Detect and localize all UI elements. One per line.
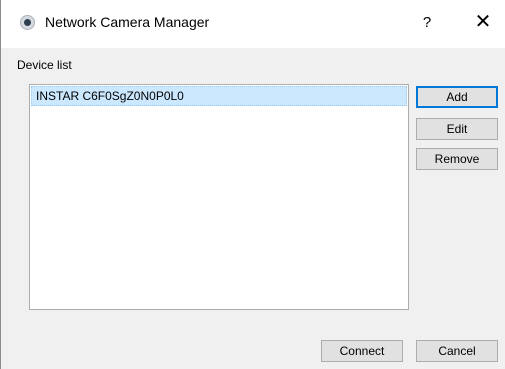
network-camera-manager-dialog: Network Camera Manager ? ✕ Device list I… bbox=[0, 0, 505, 369]
device-list-label: Device list bbox=[17, 58, 72, 72]
edit-button[interactable]: Edit bbox=[416, 118, 498, 140]
title-bar[interactable]: Network Camera Manager ? ✕ bbox=[1, 0, 505, 48]
window-title: Network Camera Manager bbox=[45, 14, 210, 30]
help-button[interactable]: ? bbox=[415, 11, 439, 35]
camera-lens-icon bbox=[20, 15, 35, 30]
list-item[interactable]: INSTAR C6F0SgZ0N0P0L0 bbox=[31, 86, 407, 106]
connect-button[interactable]: Connect bbox=[321, 340, 403, 362]
add-button[interactable]: Add bbox=[416, 86, 498, 108]
cancel-button[interactable]: Cancel bbox=[416, 340, 498, 362]
device-listbox[interactable]: INSTAR C6F0SgZ0N0P0L0 bbox=[29, 84, 409, 310]
remove-button[interactable]: Remove bbox=[416, 148, 498, 170]
close-icon[interactable]: ✕ bbox=[471, 10, 495, 34]
